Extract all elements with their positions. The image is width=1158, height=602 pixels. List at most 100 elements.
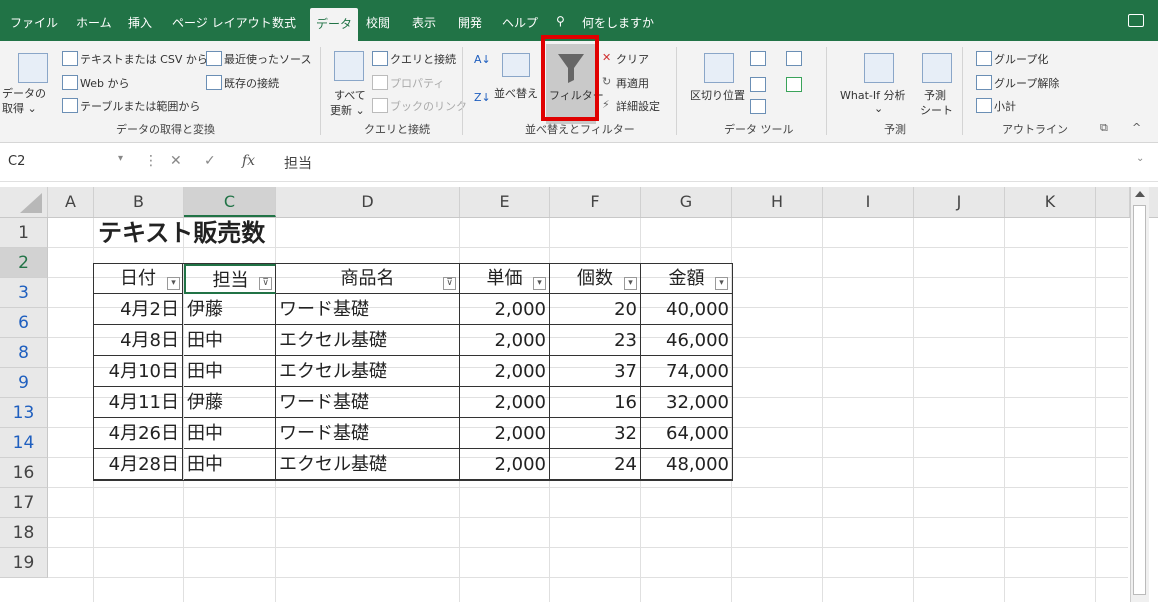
refresh-all-label-2[interactable]: 更新 ⌄ (330, 102, 365, 118)
cell-product[interactable]: エクセル基礎 (276, 325, 460, 356)
cell-amount[interactable]: 32,000 (641, 387, 732, 418)
tab-help[interactable]: ヘルプ (502, 14, 538, 31)
select-all-button[interactable] (0, 187, 48, 217)
column-header-g[interactable]: G (641, 187, 732, 217)
cell-quantity[interactable]: 37 (550, 356, 641, 387)
column-header-a[interactable]: A (48, 187, 94, 217)
column-header-e[interactable]: E (460, 187, 550, 217)
cell-product[interactable]: ワード基礎 (276, 418, 460, 449)
scrollbar-thumb[interactable] (1133, 205, 1146, 595)
remove-duplicates-icon[interactable] (786, 51, 802, 66)
subtotal-button[interactable]: 小計 (994, 98, 1016, 114)
header-product[interactable]: 商品名 (276, 264, 460, 294)
vertical-scrollbar[interactable] (1130, 187, 1149, 602)
filter-active-icon-product[interactable]: ⊽ (443, 277, 456, 290)
cell-person[interactable]: 田中 (184, 325, 276, 356)
cell-date[interactable]: 4月8日 (94, 325, 183, 356)
ungroup-button[interactable]: グループ解除 (994, 75, 1059, 91)
column-header-i[interactable]: I (823, 187, 914, 217)
row-header[interactable]: 14 (0, 428, 48, 458)
from-table-button[interactable]: テーブルまたは範囲から (80, 98, 200, 114)
text-to-columns-button[interactable]: 区切り位置 (690, 87, 745, 103)
row-header[interactable]: 9 (0, 368, 48, 398)
name-box-dropdown-icon[interactable]: ▾ (118, 153, 123, 164)
from-text-csv-button[interactable]: テキストまたは CSV から (80, 51, 208, 67)
insert-function-button[interactable]: fx (242, 153, 255, 169)
cell-date[interactable]: 4月2日 (94, 294, 183, 325)
cell-unit-price[interactable]: 2,000 (460, 356, 550, 387)
cell-unit-price[interactable]: 2,000 (460, 449, 550, 480)
cell-quantity[interactable]: 16 (550, 387, 641, 418)
row-header[interactable]: 18 (0, 518, 48, 548)
tab-formulas[interactable]: 数式 (272, 14, 296, 31)
row-header[interactable]: 2 (0, 248, 48, 278)
consolidate-icon[interactable] (786, 77, 802, 92)
cell-product[interactable]: エクセル基礎 (276, 449, 460, 480)
formula-input[interactable]: 担当 (284, 153, 312, 173)
cell-quantity[interactable]: 32 (550, 418, 641, 449)
cell-product[interactable]: ワード基礎 (276, 387, 460, 418)
forecast-sheet-icon[interactable] (922, 53, 952, 83)
tab-developer[interactable]: 開発 (458, 14, 482, 31)
group-button[interactable]: グループ化 (994, 51, 1048, 67)
cell-amount[interactable]: 46,000 (641, 325, 732, 356)
cell-date[interactable]: 4月10日 (94, 356, 183, 387)
advanced-filter-button[interactable]: 詳細設定 (616, 98, 660, 114)
tab-insert[interactable]: 挿入 (128, 14, 152, 31)
tell-me-search[interactable]: 何をしますか (582, 14, 654, 31)
from-web-button[interactable]: Web から (80, 75, 129, 91)
collapse-ribbon-icon[interactable]: ^ (1132, 121, 1141, 134)
tab-review[interactable]: 校閲 (366, 14, 390, 31)
filter-dropdown-unit-price[interactable]: ▾ (533, 277, 546, 290)
filter-dropdown-quantity[interactable]: ▾ (624, 277, 637, 290)
cell-amount[interactable]: 48,000 (641, 449, 732, 480)
cell-quantity[interactable]: 20 (550, 294, 641, 325)
comment-icon[interactable] (1128, 14, 1144, 27)
row-header[interactable]: 3 (0, 278, 48, 308)
cell-quantity[interactable]: 24 (550, 449, 641, 480)
sort-za-icon[interactable]: Z↓ (474, 91, 491, 104)
forecast-sheet-label-2[interactable]: シート (920, 102, 953, 118)
row-header[interactable]: 16 (0, 458, 48, 488)
name-box[interactable]: C2 (8, 151, 132, 173)
queries-connections-button[interactable]: クエリと接続 (390, 51, 456, 67)
row-header[interactable]: 19 (0, 548, 48, 578)
scroll-up-icon[interactable] (1135, 191, 1145, 197)
cancel-icon[interactable]: ✕ (170, 153, 182, 169)
reapply-button[interactable]: 再適用 (616, 75, 649, 91)
get-data-icon[interactable] (18, 53, 48, 83)
filter-dropdown-amount[interactable]: ▾ (715, 277, 728, 290)
filter-dropdown-date[interactable]: ▾ (167, 277, 180, 290)
tab-file[interactable]: ファイル (10, 14, 58, 31)
row-header[interactable]: 6 (0, 308, 48, 338)
row-header[interactable]: 13 (0, 398, 48, 428)
row-header[interactable]: 17 (0, 488, 48, 518)
sheet-title[interactable]: テキスト販売数 (98, 218, 265, 248)
cell-product[interactable]: エクセル基礎 (276, 356, 460, 387)
expand-formula-bar-icon[interactable]: ⌄ (1136, 153, 1144, 164)
get-data-label-2[interactable]: 取得 ⌄ (2, 100, 37, 116)
tab-view[interactable]: 表示 (412, 14, 436, 31)
cell-person[interactable]: 伊藤 (184, 387, 276, 418)
cell-unit-price[interactable]: 2,000 (460, 325, 550, 356)
relationships-icon[interactable] (750, 99, 766, 114)
column-header-h[interactable]: H (732, 187, 823, 217)
forecast-sheet-label[interactable]: 予測 (924, 87, 946, 103)
column-header-k[interactable]: K (1005, 187, 1096, 217)
column-header-d[interactable]: D (276, 187, 460, 217)
tab-home[interactable]: ホーム (76, 14, 112, 31)
cell-date[interactable]: 4月28日 (94, 449, 183, 480)
refresh-all-icon[interactable] (334, 51, 364, 81)
cell-person[interactable]: 伊藤 (184, 294, 276, 325)
cell-date[interactable]: 4月11日 (94, 387, 183, 418)
properties-button[interactable]: プロパティ (390, 75, 444, 91)
workbook-links-button[interactable]: ブックのリンク (390, 98, 467, 114)
cell-person[interactable]: 田中 (184, 449, 276, 480)
recent-sources-button[interactable]: 最近使ったソース (224, 51, 311, 67)
column-header-b[interactable]: B (94, 187, 184, 217)
row-header[interactable]: 8 (0, 338, 48, 368)
column-header-l[interactable] (1096, 187, 1130, 217)
cell-date[interactable]: 4月26日 (94, 418, 183, 449)
cell-amount[interactable]: 40,000 (641, 294, 732, 325)
cell-unit-price[interactable]: 2,000 (460, 387, 550, 418)
